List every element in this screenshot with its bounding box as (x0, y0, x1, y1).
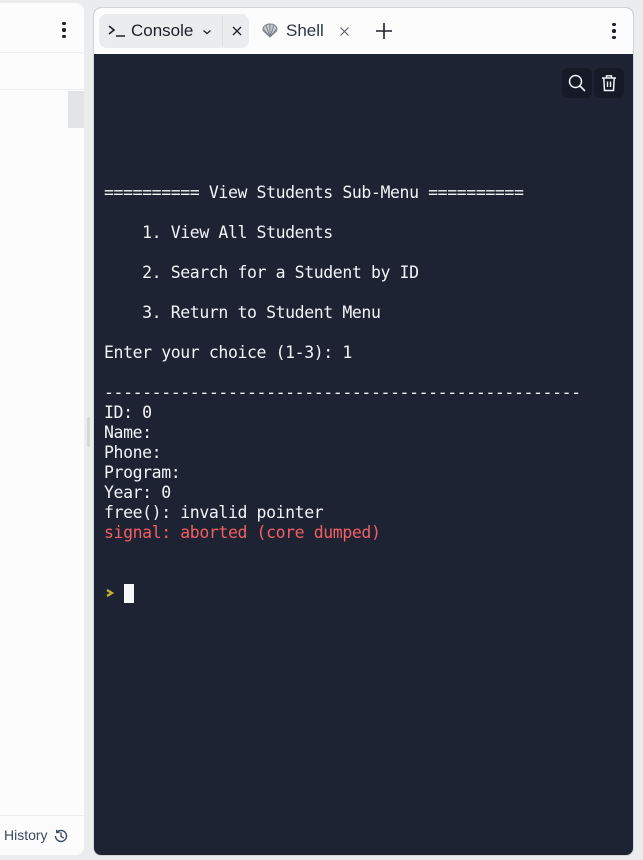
prompt-arrow-icon (106, 589, 115, 597)
terminal-line: Enter your choice (1-3): 1 (104, 343, 352, 362)
terminal-line: 1. View All Students (104, 223, 333, 242)
console-more-options-icon[interactable] (604, 21, 624, 41)
tab-console[interactable]: Console (99, 14, 249, 48)
tab-bar: Console Shell (94, 8, 633, 54)
search-button[interactable] (562, 68, 592, 98)
terminal-line: 2. Search for a Student by ID (104, 263, 419, 282)
left-panel-subheader (0, 54, 84, 90)
terminal-output[interactable]: ========== View Students Sub-Menu ======… (104, 123, 624, 643)
console-panel: Console Shell ========== View Students S… (93, 7, 634, 856)
left-panel-footer: History (0, 815, 84, 855)
terminal-line: Phone: (104, 443, 162, 462)
left-panel-header (0, 3, 84, 53)
left-panel: History (0, 3, 84, 855)
terminal-line: Year: 0 (104, 483, 171, 502)
terminal-line: ========== View Students Sub-Menu ======… (104, 183, 524, 202)
tab-shell-label: Shell (286, 21, 324, 40)
terminal-line: Name: (104, 423, 152, 442)
clear-console-button[interactable] (594, 68, 624, 98)
close-console-tab-icon[interactable] (231, 25, 243, 37)
trash-icon (602, 75, 616, 92)
tab-console-label: Console (131, 21, 194, 40)
close-shell-tab-icon[interactable] (339, 26, 350, 37)
shell-icon (262, 23, 278, 38)
terminal-toolbar (562, 68, 624, 98)
terminal-error-line: signal: aborted (core dumped) (104, 523, 381, 542)
terminal-line: Program: (104, 463, 181, 482)
terminal-line: ID: 0 (104, 403, 152, 422)
terminal-cursor (124, 583, 134, 603)
console-prompt-icon (108, 25, 125, 37)
terminal-line: ----------------------------------------… (104, 383, 581, 402)
search-icon (568, 74, 586, 92)
terminal-line: 3. Return to Student Menu (104, 303, 381, 322)
tab-divider (222, 16, 223, 46)
history-icon[interactable] (53, 828, 69, 844)
add-tab-icon[interactable] (375, 22, 393, 40)
left-panel-more-options-icon[interactable] (54, 20, 74, 40)
history-button-label[interactable]: History (4, 827, 48, 843)
terminal-line: free(): invalid pointer (104, 503, 324, 522)
panel-resize-handle[interactable] (87, 417, 90, 447)
terminal-lines: ========== View Students Sub-Menu ======… (104, 163, 624, 543)
chevron-down-icon[interactable] (202, 28, 212, 36)
terminal-input-line[interactable] (104, 583, 624, 603)
left-panel-scrollbar[interactable] (68, 91, 84, 128)
tab-shell[interactable]: Shell (259, 14, 359, 48)
